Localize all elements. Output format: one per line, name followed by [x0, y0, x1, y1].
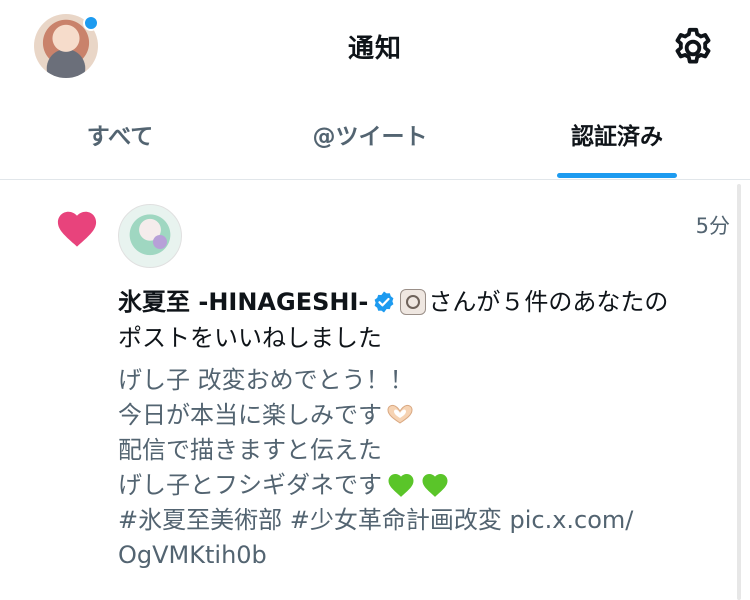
green-heart-emoji — [422, 474, 448, 497]
verified-badge-icon — [374, 291, 394, 313]
notification-headline: 氷夏至 -HINAGESHI- さんが５件のあなたの — [118, 284, 728, 320]
header-bar: 通知 — [0, 0, 750, 95]
action-text-part1: さんが５件のあなたの — [428, 288, 669, 316]
post-body-line: げし子 改変おめでとう！！ — [118, 366, 414, 394]
user-name[interactable]: 氷夏至 -HINAGESHI- — [118, 288, 368, 316]
post-body-text: げし子とフシギダネです — [118, 471, 382, 499]
tab-mentions[interactable]: @ツイート — [270, 95, 470, 179]
post-link[interactable]: OgVMKtih0b — [118, 538, 728, 573]
post-hashtags-link[interactable]: #氷夏至美術部 #少女革命計画改変 pic.x.com/ — [118, 503, 728, 538]
page-title: 通知 — [347, 34, 402, 64]
green-heart-emoji — [388, 474, 414, 497]
tabs-divider — [0, 179, 750, 180]
heart-hands-emoji — [387, 404, 413, 424]
post-body-line: 配信で描きますと伝えた — [118, 436, 382, 464]
user-avatar[interactable] — [118, 204, 182, 268]
like-heart-icon — [57, 211, 97, 247]
post-body-line: 今日が本当に楽しみです — [118, 398, 728, 433]
action-text-part2: ポストをいいねしました — [118, 324, 382, 352]
notification-tabs: すべて @ツイート 認証済み — [0, 95, 750, 179]
settings-gear-icon[interactable] — [670, 25, 716, 71]
post-body-text: 今日が本当に楽しみです — [118, 401, 382, 429]
post-body-line: げし子とフシギダネです — [118, 468, 728, 503]
tab-verified[interactable]: 認証済み — [537, 95, 697, 179]
notification-time: 5分 — [695, 214, 730, 238]
tab-all[interactable]: すべて — [30, 95, 210, 179]
scrollbar[interactable] — [737, 184, 741, 600]
post-body: げし子 改変おめでとう！！ 今日が本当に楽しみです 配信で描きますと伝えた げし… — [118, 363, 728, 573]
user-emblem-icon — [400, 289, 427, 315]
active-tab-indicator — [557, 173, 677, 178]
